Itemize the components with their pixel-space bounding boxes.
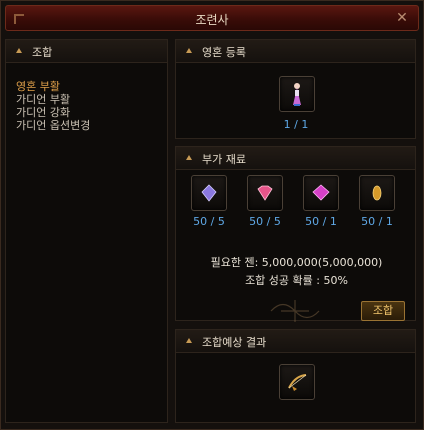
soul-header: 영혼 등록 [176,40,415,63]
arrow-up-icon [186,338,192,343]
material-slot-3[interactable] [303,175,339,211]
material-slot-4[interactable] [359,175,395,211]
materials-header: 부가 재료 [176,147,415,170]
menu-item-guardian-option[interactable]: 가디언 옵션변경 [16,117,90,133]
result-header-label: 조합예상 결과 [202,336,267,349]
soul-slot[interactable] [279,76,315,112]
title-bar[interactable]: 조련사 ✕ [5,5,419,31]
materials-header-label: 부가 재료 [202,153,246,166]
success-rate: 조합 성공 확률 : 50% [245,274,348,287]
pink-gem-icon [257,185,273,201]
material-count-4: 50 / 1 [361,215,393,228]
result-slot [279,364,315,400]
gold-seed-icon [372,185,382,201]
soul-count: 1 / 1 [283,118,309,131]
material-slot-1[interactable] [191,175,227,211]
purple-gem-icon [201,184,217,202]
result-section: 조합예상 결과 [175,329,416,423]
combine-window: 조련사 ✕ 조합 영혼 부활 가디언 부활 가디언 강화 가디언 옵션변경 영혼… [0,0,424,430]
menu-header-label: 조합 [32,46,53,59]
window-title: 조련사 [195,13,229,27]
close-icon[interactable]: ✕ [394,10,410,26]
arrow-up-icon [186,155,192,160]
ornament-icon [270,300,320,322]
combine-button[interactable]: 조합 [361,301,405,321]
soul-section: 영혼 등록 1 / 1 [175,39,416,139]
menu-header: 조합 [6,40,167,63]
material-slot-2[interactable] [247,175,283,211]
material-count-1: 50 / 5 [193,215,225,228]
arrow-up-icon [16,48,22,53]
soul-header-label: 영혼 등록 [202,46,246,59]
required-zen: 필요한 젠: 5,000,000(5,000,000) [210,256,383,269]
magenta-gem-icon [312,184,330,201]
material-count-3: 50 / 1 [305,215,337,228]
arrow-up-icon [186,48,192,53]
material-count-2: 50 / 5 [249,215,281,228]
soul-doll-icon [293,83,301,106]
golden-bow-icon [288,374,307,391]
result-header: 조합예상 결과 [176,330,415,353]
menu-panel: 조합 영혼 부활 가디언 부활 가디언 강화 가디언 옵션변경 [5,39,168,423]
combine-area: 영혼 등록 1 / 1 부가 재료 50 / 5 50 / 5 50 / 1 5… [175,39,416,423]
